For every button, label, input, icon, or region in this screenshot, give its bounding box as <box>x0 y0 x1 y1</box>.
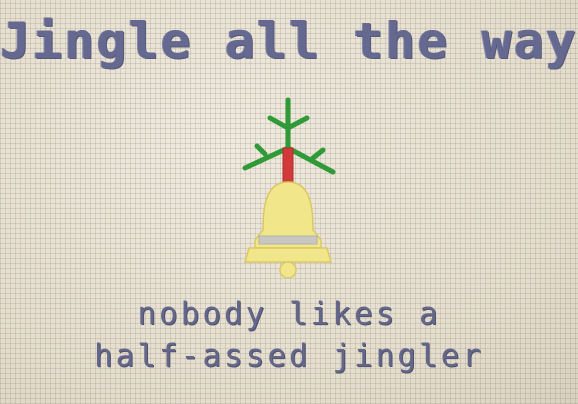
stitched-title: Jingle all the way <box>0 12 578 70</box>
bell-icon <box>242 97 336 279</box>
cross-stitch-photo: { "title": "Jingle all the way", "captio… <box>0 0 578 404</box>
caption-line-1: nobody likes a <box>137 296 441 332</box>
caption-line-2: half-assed jingler <box>94 338 484 374</box>
